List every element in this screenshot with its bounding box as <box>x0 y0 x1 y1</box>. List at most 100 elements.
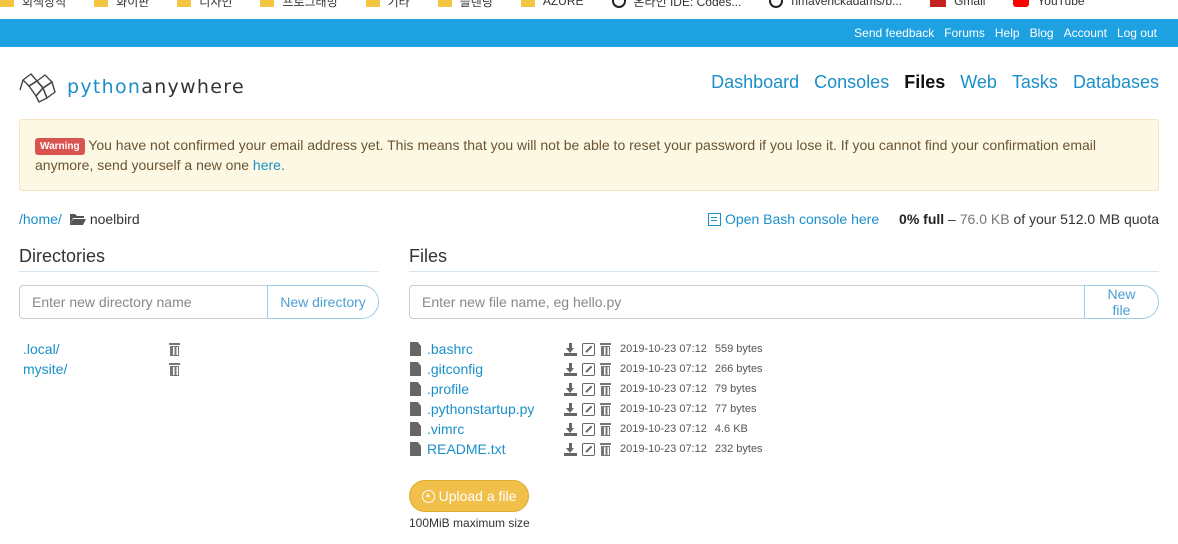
new-directory-button[interactable]: New directory <box>267 285 379 319</box>
bookmark-item[interactable]: Gmail <box>930 0 985 8</box>
download-icon[interactable] <box>564 362 577 376</box>
file-size: 79 bytes <box>714 383 757 395</box>
nav-files[interactable]: Files <box>904 72 945 93</box>
bookmark-item[interactable]: 온라인 IDE: Codes... <box>611 0 741 10</box>
bookmark-item[interactable]: 회색장직 <box>0 0 66 10</box>
open-bash-console-link[interactable]: Open Bash console here <box>708 211 879 227</box>
logo[interactable]: pythonanywhere <box>19 70 245 104</box>
bookmark-item[interactable]: 기타 <box>365 0 410 10</box>
directory-link[interactable]: .local/ <box>23 341 169 357</box>
new-file-input[interactable] <box>409 285 1084 319</box>
send-feedback-link[interactable]: Send feedback <box>854 26 934 40</box>
gmail-icon <box>930 0 947 7</box>
trash-icon[interactable] <box>169 342 180 356</box>
new-directory-input[interactable] <box>19 285 267 319</box>
folder-icon <box>177 0 192 7</box>
account-link[interactable]: Account <box>1064 26 1107 40</box>
nav-tasks[interactable]: Tasks <box>1012 72 1058 93</box>
list-item: README.txt 2019-10-23 07:12 232 bytes <box>410 439 763 459</box>
file-date: 2019-10-23 07:12 <box>620 363 707 375</box>
directory-list: .local/ mysite/ <box>23 339 180 379</box>
youtube-icon <box>1013 0 1030 7</box>
trash-icon[interactable] <box>600 422 611 436</box>
bookmark-item[interactable]: 화이판 <box>94 0 149 10</box>
file-link[interactable]: .profile <box>427 381 564 397</box>
list-item: .bashrc 2019-10-23 07:12 559 bytes <box>410 339 763 359</box>
list-item: .pythonstartup.py 2019-10-23 07:12 77 byt… <box>410 399 763 419</box>
upload-circle-icon <box>421 489 435 503</box>
bookmark-item[interactable]: YouTube <box>1013 0 1085 8</box>
file-date: 2019-10-23 07:12 <box>620 423 707 435</box>
disk-quota: 0% full – 76.0 KB of your 512.0 MB quota <box>899 211 1159 227</box>
folder-icon <box>94 0 109 7</box>
file-size: 232 bytes <box>714 443 763 455</box>
snake-logo-icon <box>19 73 56 103</box>
blog-link[interactable]: Blog <box>1030 26 1054 40</box>
breadcrumb: /home/ noelbird <box>19 211 140 227</box>
file-link[interactable]: .pythonstartup.py <box>427 401 564 417</box>
trash-icon[interactable] <box>600 342 611 356</box>
upload-file-button[interactable]: Upload a file <box>409 480 529 512</box>
file-icon <box>410 362 421 376</box>
file-icon <box>410 442 421 456</box>
edit-icon[interactable] <box>582 342 595 356</box>
logout-link[interactable]: Log out <box>1117 26 1157 40</box>
file-icon <box>410 402 421 416</box>
list-item: .profile 2019-10-23 07:12 79 bytes <box>410 379 763 399</box>
warning-text: You have not confirmed your email addres… <box>35 137 1097 173</box>
open-folder-icon <box>69 214 86 225</box>
bookmark-item[interactable]: 디자인 <box>177 0 232 10</box>
list-item: mysite/ <box>23 359 180 379</box>
file-date: 2019-10-23 07:12 <box>620 343 707 355</box>
help-link[interactable]: Help <box>995 26 1020 40</box>
folder-icon <box>520 0 535 7</box>
top-bar: Send feedback Forums Help Blog Account L… <box>0 19 1178 47</box>
new-file-button[interactable]: New file <box>1084 285 1159 319</box>
warning-badge: Warning <box>35 138 85 155</box>
file-size: 4.6 KB <box>714 423 748 435</box>
file-link[interactable]: .gitconfig <box>427 361 564 377</box>
download-icon[interactable] <box>564 422 577 436</box>
download-icon[interactable] <box>564 442 577 456</box>
trash-icon[interactable] <box>600 442 611 456</box>
list-item: .vimrc 2019-10-23 07:12 4.6 KB <box>410 419 763 439</box>
edit-icon[interactable] <box>582 402 595 416</box>
forums-link[interactable]: Forums <box>944 26 985 40</box>
bookmark-item[interactable]: AZURE <box>520 0 584 8</box>
bookmark-item[interactable]: 블렌딩 <box>437 0 493 10</box>
nav-databases[interactable]: Databases <box>1073 72 1159 93</box>
file-link[interactable]: .bashrc <box>427 341 564 357</box>
logo-text: pythonanywhere <box>67 76 245 98</box>
trash-icon[interactable] <box>600 402 611 416</box>
folder-icon <box>260 0 275 7</box>
trash-icon[interactable] <box>169 362 180 376</box>
edit-icon[interactable] <box>582 442 595 456</box>
nav-consoles[interactable]: Consoles <box>814 72 889 93</box>
bookmarks-bar: 회색장직 화이판 디자인 프로그래밍 기타 블렌딩 AZURE 온라인 IDE:… <box>0 0 1178 11</box>
nav-web[interactable]: Web <box>960 72 997 93</box>
github-icon <box>769 0 784 8</box>
edit-icon[interactable] <box>582 362 595 376</box>
trash-icon[interactable] <box>600 382 611 396</box>
trash-icon[interactable] <box>600 362 611 376</box>
bookmark-item[interactable]: 프로그래밍 <box>260 0 338 10</box>
directory-link[interactable]: mysite/ <box>23 361 169 377</box>
download-icon[interactable] <box>564 342 577 356</box>
download-icon[interactable] <box>564 382 577 396</box>
file-date: 2019-10-23 07:12 <box>620 383 707 395</box>
bookmark-item[interactable]: nmaverickadams/b... <box>769 0 902 8</box>
file-link[interactable]: README.txt <box>427 441 564 457</box>
directories-heading: Directories <box>19 246 379 272</box>
edit-icon[interactable] <box>582 422 595 436</box>
breadcrumb-home-link[interactable]: /home/ <box>19 211 62 227</box>
resend-confirmation-link[interactable]: here <box>253 157 281 173</box>
list-item: .gitconfig 2019-10-23 07:12 266 bytes <box>410 359 763 379</box>
download-icon[interactable] <box>564 402 577 416</box>
new-directory-group: New directory <box>19 285 379 319</box>
file-link[interactable]: .vimrc <box>427 421 564 437</box>
codesandbox-icon <box>611 0 626 8</box>
edit-icon[interactable] <box>582 382 595 396</box>
folder-icon <box>365 0 380 7</box>
nav-dashboard[interactable]: Dashboard <box>711 72 799 93</box>
folder-icon <box>437 0 452 7</box>
